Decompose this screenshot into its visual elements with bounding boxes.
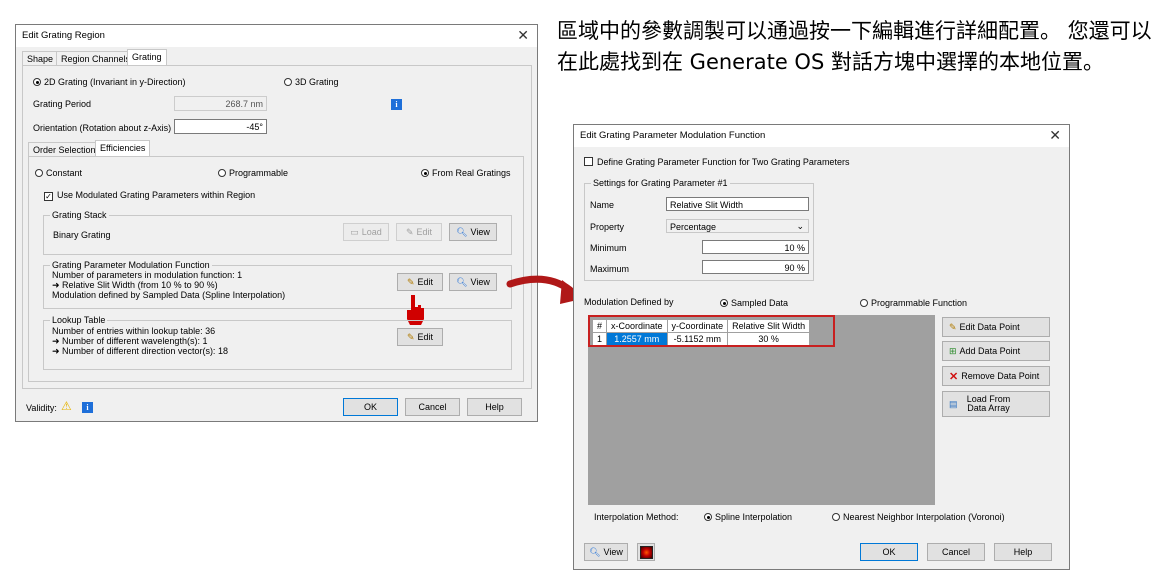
radio-2d-grating[interactable]: 2D Grating (Invariant in y-Direction) — [33, 77, 186, 87]
orientation-field[interactable]: -45° — [174, 119, 267, 134]
maximum-field[interactable]: 90 % — [702, 260, 809, 274]
remove-x-icon: ✕ — [949, 370, 959, 383]
title-bar: Edit Grating Parameter Modulation Functi… — [574, 125, 1069, 147]
grating-period-label: Grating Period — [33, 99, 92, 109]
load-from-data-array-button[interactable]: ▤ Load From Data Array — [942, 391, 1050, 417]
validity-label: Validity: — [26, 403, 57, 413]
orientation-label: Orientation (Rotation about z-Axis) — [33, 123, 172, 133]
radio-programmable-indicator — [860, 299, 868, 307]
radio-2d-indicator — [33, 78, 41, 86]
radio-sampled-indicator — [720, 299, 728, 307]
radio-nearest-neighbor[interactable]: Nearest Neighbor Interpolation (Voronoi) — [832, 512, 1005, 522]
grating-stack-legend: Grating Stack — [50, 210, 109, 220]
lookup-edit-button[interactable]: ✎ Edit — [397, 328, 443, 346]
radio-sampled-data[interactable]: Sampled Data — [720, 298, 788, 308]
edit-grating-region-dialog: Edit Grating Region ✕ Shape Region Chann… — [15, 24, 538, 422]
name-label: Name — [590, 200, 615, 210]
modulation-legend: Grating Parameter Modulation Function — [50, 260, 212, 270]
close-icon[interactable]: ✕ — [517, 27, 529, 44]
title-bar: Edit Grating Region ✕ — [16, 25, 537, 47]
load-icon: ▭ — [350, 226, 359, 237]
warning-icon[interactable]: ⚠ — [61, 399, 72, 413]
tab-efficiencies[interactable]: Efficiencies — [95, 140, 151, 157]
maximum-label: Maximum — [590, 264, 630, 274]
remove-data-point-button[interactable]: ✕ Remove Data Point — [942, 366, 1050, 386]
radio-constant-indicator — [35, 169, 43, 177]
property-value: Percentage — [670, 222, 717, 232]
chevron-down-icon: ⌄ — [796, 221, 804, 231]
caption-text: 區域中的參數調製可以通過按一下編輯進行詳細配置。 您還可以在此處找到在 Gene… — [557, 19, 1152, 74]
tab-grating[interactable]: Grating — [127, 49, 167, 66]
left-cancel-button[interactable]: Cancel — [405, 398, 460, 416]
minimum-label: Minimum — [590, 243, 627, 253]
stack-view-button[interactable]: 🔍︎ View — [449, 223, 497, 241]
interpolation-label: Interpolation Method: — [594, 512, 679, 522]
magnifier-icon: 🔍︎ — [456, 276, 468, 287]
minimum-field[interactable]: 10 % — [702, 240, 809, 254]
stack-edit-button: ✎ Edit — [396, 223, 442, 241]
radio-spline[interactable]: Spline Interpolation — [704, 512, 792, 522]
close-icon[interactable]: ✕ — [1049, 127, 1061, 144]
checkbox-indicator — [584, 157, 593, 166]
left-help-button[interactable]: Help — [467, 398, 522, 416]
right-ok-button[interactable]: OK — [860, 543, 918, 561]
magnifier-icon: 🔍︎ — [456, 226, 468, 237]
tab-region-channels[interactable]: Region Channels — [56, 51, 136, 66]
left-ok-button[interactable]: OK — [343, 398, 398, 416]
add-row-icon: ⊞ — [949, 345, 957, 356]
modulation-edit-button[interactable]: ✎ Edit — [397, 273, 443, 291]
property-label: Property — [590, 222, 625, 232]
validity-info-icon[interactable]: i — [82, 402, 93, 413]
preview-map-icon — [639, 545, 653, 559]
checkmark-icon: ✓ — [44, 192, 53, 201]
dialog-title: Edit Grating Parameter Modulation Functi… — [580, 130, 766, 141]
radio-programmable-function[interactable]: Programmable Function — [860, 298, 967, 308]
radio-real-indicator — [421, 169, 429, 177]
modulation-defined-label: Modulation Defined by — [584, 297, 674, 307]
radio-spline-indicator — [704, 513, 712, 521]
name-field[interactable]: Relative Slit Width — [666, 197, 809, 211]
settings-legend: Settings for Grating Parameter #1 — [591, 178, 730, 188]
info-icon[interactable]: i — [391, 99, 402, 110]
lookup-legend: Lookup Table — [50, 315, 108, 325]
grating-stack-value: Binary Grating — [53, 230, 111, 240]
two-params-checkbox[interactable]: Define Grating Parameter Function for Tw… — [584, 157, 849, 167]
radio-nearest-indicator — [832, 513, 840, 521]
property-select[interactable]: Percentage ⌄ — [666, 219, 809, 233]
pencil-icon: ✎ — [406, 331, 415, 342]
radio-from-real-gratings[interactable]: From Real Gratings — [421, 168, 511, 178]
radio-programmable[interactable]: Programmable — [218, 168, 288, 178]
modulation-view-button[interactable]: 🔍︎ View — [449, 273, 497, 291]
highlight-box — [588, 315, 835, 347]
radio-3d-indicator — [284, 78, 292, 86]
edit-modulation-function-dialog: Edit Grating Parameter Modulation Functi… — [573, 124, 1070, 570]
radio-3d-grating[interactable]: 3D Grating — [284, 77, 339, 87]
pencil-icon: ✎ — [405, 226, 414, 237]
use-modulated-checkbox[interactable]: ✓ Use Modulated Grating Parameters within… — [44, 190, 255, 201]
lookup-line-3: ➜ Number of different direction vector(s… — [52, 346, 228, 356]
lookup-line-1: Number of entries within lookup table: 3… — [52, 326, 216, 336]
pencil-icon: ✎ — [949, 321, 957, 332]
magnifier-icon: 🔍︎ — [589, 546, 601, 557]
load-array-icon: ▤ — [949, 398, 958, 409]
right-cancel-button[interactable]: Cancel — [927, 543, 985, 561]
pencil-icon: ✎ — [406, 276, 415, 287]
dialog-title: Edit Grating Region — [22, 30, 105, 41]
tab-shape[interactable]: Shape — [22, 51, 59, 66]
radio-programmable-indicator — [218, 169, 226, 177]
preview-map-button[interactable] — [637, 543, 655, 561]
load-button: ▭ Load — [343, 223, 389, 241]
modulation-line-1: Number of parameters in modulation funct… — [52, 270, 243, 280]
grating-period-field: 268.7 nm — [174, 96, 267, 111]
tab-order-selection[interactable]: Order Selection — [28, 142, 101, 157]
modulation-line-3: Modulation defined by Sampled Data (Spli… — [52, 290, 286, 300]
edit-data-point-button[interactable]: ✎ Edit Data Point — [942, 317, 1050, 337]
radio-constant[interactable]: Constant — [35, 168, 82, 178]
right-help-button[interactable]: Help — [994, 543, 1052, 561]
add-data-point-button[interactable]: ⊞ Add Data Point — [942, 341, 1050, 361]
right-view-button[interactable]: 🔍︎ View — [584, 543, 628, 561]
